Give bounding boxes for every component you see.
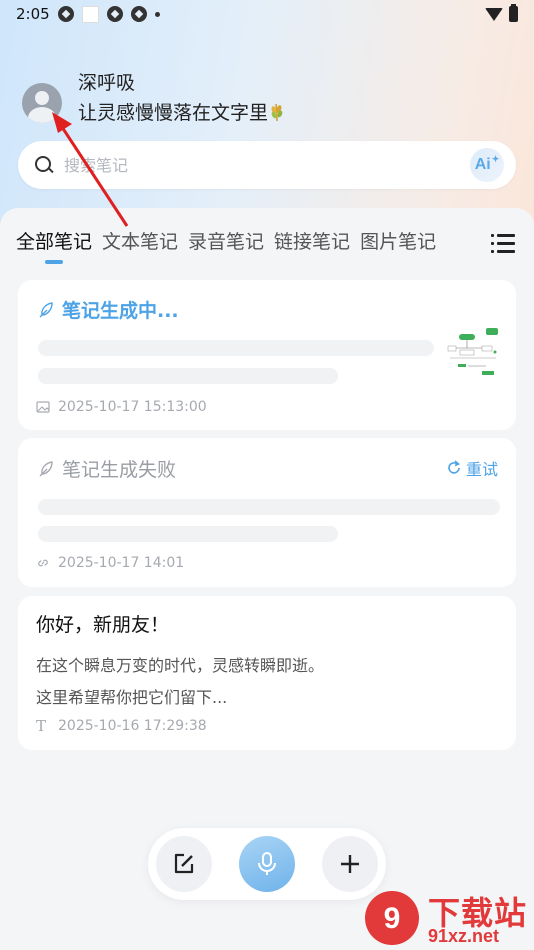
search-input[interactable] xyxy=(64,155,470,175)
notification-square-icon xyxy=(81,5,99,23)
tab-image-notes[interactable]: 图片笔记 xyxy=(360,222,436,262)
tab-link-notes[interactable]: 链接笔记 xyxy=(274,222,350,262)
note-card[interactable]: 笔记生成失败 重试 2025-10-17 14:01 xyxy=(18,438,516,587)
note-timestamp: 2025-10-17 14:01 xyxy=(58,555,185,571)
note-meta: 2025-10-17 14:01 xyxy=(36,555,184,571)
note-title: 你好，新朋友！ xyxy=(36,614,170,636)
profile-tagline: 让灵感慢慢落在文字里 xyxy=(78,98,286,128)
app-notification-icon xyxy=(130,6,147,22)
note-title: 笔记生成失败 xyxy=(38,455,176,482)
note-title: 笔记生成中... xyxy=(38,296,179,323)
note-meta: 2025-10-17 15:13:00 xyxy=(36,399,207,415)
note-card[interactable]: 笔记生成中... 2025-10-17 15:13:00 xyxy=(18,280,516,430)
tab-all-notes[interactable]: 全部笔记 xyxy=(16,222,92,264)
note-card[interactable]: 你好，新朋友！ 在这个瞬息万变的时代，灵感转瞬即逝。 这里希望帮你把它们留下..… xyxy=(18,596,516,750)
mindmap-thumbnail xyxy=(447,328,498,375)
note-preview-line: 在这个瞬息万变的时代，灵感转瞬即逝。 xyxy=(36,656,325,675)
search-icon xyxy=(34,155,54,175)
avatar[interactable] xyxy=(22,83,62,123)
svg-text:9: 9 xyxy=(384,902,401,935)
note-meta: T 2025-10-16 17:29:38 xyxy=(36,717,207,735)
note-type-tabs: 全部笔记 文本笔记 录音笔记 链接笔记 图片笔记 xyxy=(16,222,436,264)
text-icon: T xyxy=(36,717,47,735)
edit-icon xyxy=(174,853,194,874)
retry-button[interactable]: 重试 xyxy=(446,456,498,480)
status-bar: 2:05 xyxy=(0,0,534,28)
content-placeholder xyxy=(38,340,434,356)
status-time: 2:05 xyxy=(16,5,50,23)
app-notification-icon xyxy=(57,6,74,22)
feather-icon xyxy=(39,460,53,476)
note-preview-line: 这里希望帮你把它们留下... xyxy=(36,688,228,707)
watermark-logo: 9 下载站 91xz.net xyxy=(362,886,534,950)
wheat-icon xyxy=(271,103,283,122)
new-text-note-button[interactable] xyxy=(156,836,212,892)
content-placeholder xyxy=(38,526,338,542)
search-bar[interactable]: Ai✦ xyxy=(18,141,516,189)
ai-assistant-button[interactable]: Ai ✦ xyxy=(470,148,504,182)
voice-record-button[interactable] xyxy=(239,836,295,892)
content-placeholder xyxy=(38,368,338,384)
plus-icon xyxy=(341,855,359,873)
user-profile: 深呼吸 让灵感慢慢落在文字里 xyxy=(22,70,286,128)
list-view-icon[interactable] xyxy=(491,233,515,255)
add-button[interactable] xyxy=(322,836,378,892)
refresh-icon xyxy=(448,460,460,474)
bottom-action-bar xyxy=(148,828,386,900)
link-icon xyxy=(38,559,48,567)
more-notifications-icon xyxy=(154,11,160,17)
battery-icon xyxy=(509,4,518,22)
tab-text-notes[interactable]: 文本笔记 xyxy=(102,222,178,262)
note-timestamp: 2025-10-16 17:29:38 xyxy=(58,718,207,734)
microphone-icon xyxy=(258,852,276,875)
app-notification-icon xyxy=(106,6,123,22)
note-timestamp: 2025-10-17 15:13:00 xyxy=(58,399,207,415)
wifi-icon xyxy=(485,7,503,21)
image-icon xyxy=(36,401,50,413)
watermark-domain: 91xz.net xyxy=(428,926,500,946)
feather-icon xyxy=(39,301,53,317)
tab-audio-notes[interactable]: 录音笔记 xyxy=(188,222,264,262)
username[interactable]: 深呼吸 xyxy=(78,70,286,96)
content-placeholder xyxy=(38,499,500,515)
